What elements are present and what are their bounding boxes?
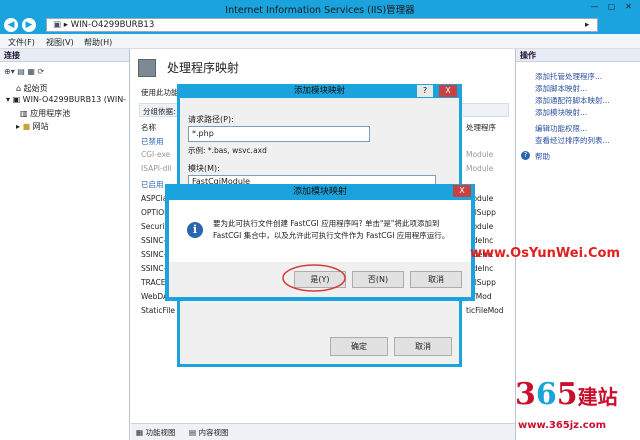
help-button[interactable]: ? bbox=[417, 85, 433, 97]
action-edit-feature-permissions[interactable]: 编辑功能权限... bbox=[535, 123, 587, 134]
title-bar: Internet Information Services (IIS)管理器 —… bbox=[0, 0, 640, 16]
page-title: 处理程序映射 bbox=[167, 61, 240, 75]
ok-button[interactable]: 确定 bbox=[330, 337, 388, 356]
back-icon[interactable]: ◀ bbox=[4, 18, 18, 32]
server-icon: ▣ bbox=[12, 95, 21, 104]
help-icon: ? bbox=[521, 151, 530, 160]
confirm-message: 要为此可执行文件创建 FastCGI 应用程序吗? 单击"是"将此项添加到 Fa… bbox=[213, 219, 450, 240]
column-handler[interactable]: 处理程序 bbox=[466, 122, 496, 133]
menu-file[interactable]: 文件(F) bbox=[8, 37, 35, 48]
tab-content-view[interactable]: ▤ 内容视图 bbox=[189, 427, 228, 438]
action-view-ordered-list[interactable]: 查看经过排序的列表... bbox=[535, 135, 610, 146]
group-enabled: 已启用 bbox=[141, 180, 164, 189]
highlight-ellipse bbox=[282, 264, 346, 292]
address-field[interactable]: ▣ ▸ WIN-O4299BURB13 ▸ bbox=[46, 18, 598, 32]
refresh-icon[interactable]: ⟳ bbox=[37, 67, 44, 76]
menu-help[interactable]: 帮助(H) bbox=[84, 37, 112, 48]
save-icon[interactable]: ▤ bbox=[17, 67, 25, 76]
cancel-button[interactable]: 取消 bbox=[394, 337, 452, 356]
close-button[interactable]: X bbox=[439, 85, 457, 97]
forward-icon[interactable]: ▶ bbox=[22, 18, 36, 32]
connections-panel: 连接 ⊕▾ ▤ ▦ ⟳ ⌂ 起始页 ▾ ▣ WIN-O4299BURB13 (W… bbox=[0, 49, 130, 440]
action-help[interactable]: 帮助 bbox=[535, 151, 550, 162]
group-disabled: 已禁用 bbox=[141, 137, 164, 146]
table-row[interactable]: StaticFile bbox=[141, 306, 175, 315]
table-cell: Module bbox=[466, 164, 494, 173]
group-by-label: 分组依据: bbox=[143, 107, 176, 116]
tab-features-view[interactable]: ▦ 功能视图 bbox=[136, 427, 175, 438]
home-icon: ⌂ bbox=[16, 84, 22, 93]
dialog-title: 添加模块映射 bbox=[293, 86, 345, 96]
connections-toolbar: ⊕▾ ▤ ▦ ⟳ bbox=[4, 67, 44, 76]
dialog-title-bar: 添加模块映射 ? X bbox=[177, 84, 462, 98]
view-switcher: ▦ 功能视图 ▤ 内容视图 bbox=[131, 423, 515, 440]
table-cell: ticFileMod bbox=[466, 306, 504, 315]
address-bar: ◀ ▶ ▣ ▸ WIN-O4299BURB13 ▸ bbox=[0, 16, 640, 34]
address-dropdown-icon[interactable]: ▸ bbox=[585, 19, 589, 31]
page-description: 使用此功能 bbox=[141, 88, 179, 97]
app-pool-icon: ▥ bbox=[20, 109, 28, 118]
tree-app-pools[interactable]: ▥ 应用程序池 bbox=[20, 108, 70, 119]
address-separator: ▸ bbox=[63, 20, 69, 30]
minimize-button[interactable]: — bbox=[588, 1, 601, 13]
maximize-button[interactable]: ▢ bbox=[605, 1, 618, 13]
content-view-icon: ▤ bbox=[189, 428, 197, 437]
action-add-script-map[interactable]: 添加脚本映射... bbox=[535, 83, 587, 94]
window-title: Internet Information Services (IIS)管理器 bbox=[225, 5, 415, 16]
cancel-button[interactable]: 取消 bbox=[410, 271, 462, 288]
module-label: 模块(M): bbox=[188, 164, 220, 173]
logo-365: 365建站 bbox=[515, 377, 618, 412]
info-icon: i bbox=[187, 222, 203, 238]
no-button[interactable]: 否(N) bbox=[352, 271, 404, 288]
connect-icon[interactable]: ⊕▾ bbox=[4, 67, 15, 76]
address-text: WIN-O4299BURB13 bbox=[70, 20, 155, 30]
dialog-title: 添加模块映射 bbox=[292, 187, 347, 197]
tree-server[interactable]: ▾ ▣ WIN-O4299BURB13 (WIN- bbox=[6, 95, 126, 104]
handler-mappings-icon bbox=[138, 59, 156, 77]
action-add-module-map[interactable]: 添加模块映射... bbox=[535, 107, 587, 118]
watermark-osyunwei: www.OsYunWei.Com bbox=[470, 246, 621, 261]
action-add-managed-handler[interactable]: 添加托管处理程序... bbox=[535, 71, 602, 82]
watermark-365jz: www.365jz.com bbox=[518, 420, 607, 431]
tree-sites[interactable]: ▸ ■ 网站 bbox=[16, 121, 49, 132]
column-name[interactable]: 名称 bbox=[141, 122, 156, 133]
menu-bar: 文件(F) 视图(V) 帮助(H) bbox=[0, 34, 640, 49]
connections-header: 连接 bbox=[0, 49, 129, 62]
expand-icon[interactable]: ▸ bbox=[16, 122, 20, 131]
example-text: 示例: *.bas, wsvc.axd bbox=[188, 146, 267, 155]
actions-header: 操作 bbox=[516, 49, 640, 62]
request-path-input[interactable]: *.php bbox=[188, 126, 370, 142]
request-path-label: 请求路径(P): bbox=[188, 115, 234, 124]
collapse-icon[interactable]: ▾ bbox=[6, 95, 10, 104]
action-add-wildcard-script-map[interactable]: 添加通配符脚本映射... bbox=[535, 95, 610, 106]
folder-icon: ■ bbox=[22, 122, 31, 131]
table-row[interactable]: CGI-exe bbox=[141, 150, 170, 159]
menu-view[interactable]: 视图(V) bbox=[46, 37, 74, 48]
table-row[interactable]: ISAPI-dll bbox=[141, 164, 172, 173]
up-icon[interactable]: ▦ bbox=[27, 67, 35, 76]
features-view-icon: ▦ bbox=[136, 428, 144, 437]
server-icon: ▣ bbox=[53, 20, 62, 30]
table-cell: Module bbox=[466, 150, 494, 159]
close-window-button[interactable]: ✕ bbox=[622, 1, 635, 13]
tree-start-page[interactable]: ⌂ 起始页 bbox=[16, 83, 48, 94]
close-button[interactable]: X bbox=[453, 185, 471, 197]
